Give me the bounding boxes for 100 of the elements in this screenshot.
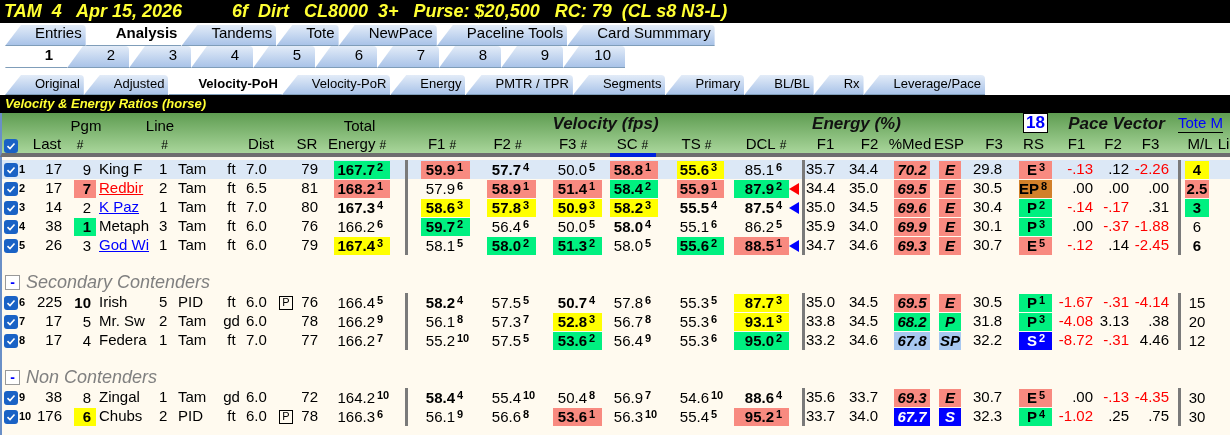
flag-badge: P <box>279 295 293 310</box>
table-cell: 69.5 <box>894 293 930 312</box>
table-cell-text: 33.2 <box>806 330 836 351</box>
table-cell-text: 14 <box>45 197 62 218</box>
tab[interactable]: 10 <box>563 46 625 68</box>
table-cell: E <box>939 198 961 217</box>
column-header: Li <box>1217 136 1230 153</box>
table-cell-text: .38 <box>1148 311 1169 332</box>
table-cell-text: 76 <box>301 292 318 313</box>
check-icon <box>5 316 16 327</box>
table-cell-text: 15 <box>1187 293 1207 312</box>
column-header: %Med <box>888 136 932 153</box>
checkbox[interactable] <box>3 409 18 424</box>
table-cell-text: 2 <box>81 198 92 217</box>
table-cell-text: ft <box>227 235 236 256</box>
tab[interactable]: Paceline Tools <box>436 25 568 46</box>
table-cell-text: 2 <box>159 311 168 332</box>
table-cell-text: -.37 <box>1103 216 1129 237</box>
tab[interactable]: PMTR / TPR <box>465 75 573 95</box>
tab[interactable]: 4 <box>191 46 253 68</box>
table-cell-text: 34.0 <box>849 406 879 427</box>
column-header: F2 <box>860 136 879 153</box>
tab[interactable]: NewPace <box>338 25 437 46</box>
tab[interactable]: 2 <box>67 46 129 68</box>
table-cell-text: 34.5 <box>849 311 879 332</box>
table-cell-text: -.31 <box>1103 292 1129 313</box>
table-cell-text: 30 <box>1187 407 1207 426</box>
checkbox[interactable] <box>3 181 18 196</box>
column-header: # <box>76 137 84 153</box>
tab[interactable]: Velocity-PoR <box>281 75 391 95</box>
table-cell-text: 3.13 <box>1099 311 1129 332</box>
table-cell-text: -2.26 <box>1134 159 1169 180</box>
checkbox[interactable] <box>3 162 18 177</box>
column-header: F2 # <box>493 136 522 153</box>
tab[interactable]: Adjusted <box>83 75 169 95</box>
table-cell-text: -4.35 <box>1134 387 1169 408</box>
checkbox[interactable] <box>3 139 18 153</box>
tab[interactable]: Entries <box>5 25 86 46</box>
tab[interactable]: Tote <box>276 25 339 46</box>
table-cell-text: ft <box>227 159 236 180</box>
table-cell-text: ft <box>227 178 236 199</box>
table-cell-text: 35.0 <box>806 197 836 218</box>
tab[interactable]: 3 <box>129 46 191 68</box>
tab[interactable]: Tandems <box>181 25 277 46</box>
table-cell-text: 30.5 <box>973 292 1003 313</box>
column-header: SC # <box>616 136 649 153</box>
column-header: F3 # <box>558 136 588 153</box>
table-cell-text: .14 <box>1108 235 1129 256</box>
horse-link[interactable]: God Wi <box>99 234 149 257</box>
tab[interactable]: Energy <box>390 75 466 95</box>
checkbox[interactable] <box>3 390 18 405</box>
tab[interactable]: Card Summmary <box>567 25 715 46</box>
checkbox[interactable] <box>3 219 18 234</box>
collapse-button[interactable]: - <box>5 274 20 290</box>
tab[interactable]: Analysis <box>85 25 182 46</box>
table-cell-text: 29.8 <box>973 159 1003 180</box>
race-title: TAM 4 Apr 15, 2026 <box>4 0 184 23</box>
horse-name: Chubs <box>99 406 143 427</box>
checkbox[interactable] <box>3 200 18 215</box>
horse-name: Mr. Sw <box>99 311 145 332</box>
table-cell-text: 2 <box>159 406 168 427</box>
tab[interactable]: Segments <box>572 75 666 95</box>
table-cell-text: 34.6 <box>849 235 879 256</box>
tab[interactable]: Rx <box>813 75 864 95</box>
check-icon <box>5 183 16 194</box>
table-cell: 69.9 <box>894 217 930 236</box>
checkbox[interactable] <box>3 238 18 253</box>
table-cell: 68.2 <box>894 312 930 331</box>
collapse-button[interactable]: - <box>5 369 20 385</box>
tab[interactable]: 7 <box>377 46 439 68</box>
table-cell-text: 4 <box>81 331 92 350</box>
table-cell-text: ft <box>227 216 236 237</box>
table-cell-text: 78 <box>301 311 318 332</box>
checkbox[interactable] <box>3 333 18 348</box>
column-header: Total <box>343 118 376 133</box>
table-cell-text: 17 <box>45 330 62 351</box>
check-icon <box>5 297 16 308</box>
tab[interactable]: Primary <box>665 75 745 95</box>
table-cell-text: Tam <box>178 159 207 180</box>
table-cell: 70.2 <box>894 160 930 179</box>
table-cell: E <box>939 388 961 407</box>
tab[interactable]: 9 <box>501 46 563 68</box>
checkbox[interactable] <box>3 314 18 329</box>
tab[interactable]: 6 <box>315 46 377 68</box>
tab[interactable]: 5 <box>253 46 315 68</box>
tab[interactable]: Leverage/Pace <box>863 75 985 95</box>
table-cell: 69.5 <box>894 179 930 198</box>
horse-name: Irish <box>99 292 128 313</box>
tab[interactable]: BL/BL <box>744 75 814 95</box>
table-cell-text: 17 <box>45 178 62 199</box>
table-cell-text: 33.7 <box>806 406 836 427</box>
table-cell-text: 34.0 <box>849 216 879 237</box>
table-cell-text: ft <box>227 197 236 218</box>
tab[interactable]: 8 <box>439 46 501 68</box>
table-cell-text: 6.0 <box>246 311 267 332</box>
checkbox[interactable] <box>3 295 18 310</box>
tab[interactable]: Original <box>5 75 84 95</box>
table-cell-text: 34.4 <box>806 178 836 199</box>
table-cell-text: 30 <box>1187 388 1207 407</box>
table-cell: 69.3 <box>894 236 930 255</box>
